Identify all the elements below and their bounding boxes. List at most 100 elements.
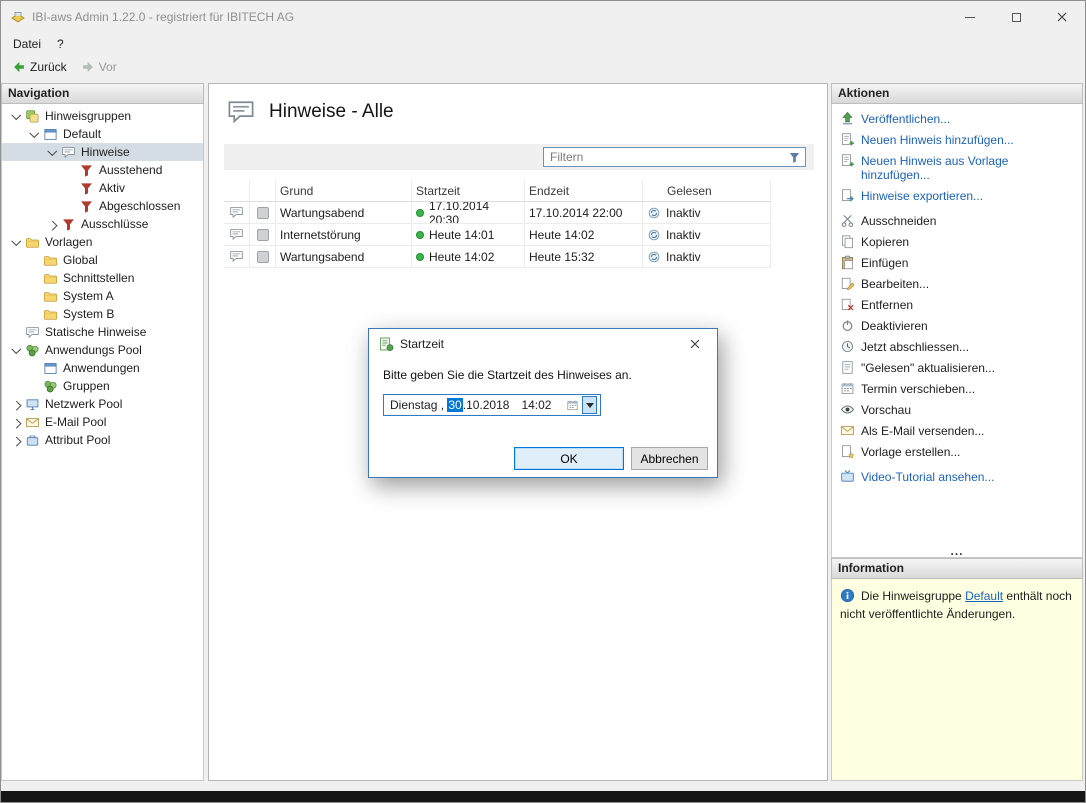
- menu-help[interactable]: ?: [49, 33, 72, 55]
- tree-item-system-b[interactable]: System B: [2, 305, 203, 323]
- action-vorschau[interactable]: Vorschau: [840, 402, 1076, 417]
- gelesen-status-icon: [647, 228, 661, 242]
- tree-item-ausschluesse[interactable]: Ausschlüsse: [2, 215, 203, 233]
- tree-item-gruppen[interactable]: Gruppen: [2, 377, 203, 395]
- tree-item-schnittstellen[interactable]: Schnittstellen: [2, 269, 203, 287]
- tree-item-label: Gruppen: [63, 379, 110, 393]
- status-green-dot-icon: [416, 231, 424, 239]
- hinweis-bubble-icon: [229, 249, 244, 264]
- tree-item-global[interactable]: Global: [2, 251, 203, 269]
- cancel-button[interactable]: Abbrechen: [631, 447, 708, 470]
- dialog-message: Bitte geben Sie die Startzeit des Hinwei…: [383, 368, 632, 382]
- hinweise-bubble-icon: [226, 97, 256, 127]
- tree-item-label: Statische Hinweise: [45, 325, 146, 339]
- tree-item-default[interactable]: Default: [2, 125, 203, 143]
- ok-button[interactable]: OK: [514, 447, 624, 470]
- paste-icon: [840, 255, 855, 270]
- table-row[interactable]: Wartungsabend Heute 14:02 Heute 15:32 In…: [224, 246, 771, 268]
- action-hinweise-exportieren[interactable]: Hinweise exportieren...: [840, 188, 1076, 203]
- table-row[interactable]: Wartungsabend 17.10.2014 20:30 17.10.201…: [224, 202, 771, 224]
- chevron-down-icon[interactable]: [9, 109, 24, 124]
- tree-item-vorlagen[interactable]: Vorlagen: [2, 233, 203, 251]
- filter-funnel-icon: [79, 181, 94, 196]
- datetime-dropdown-button[interactable]: [582, 396, 597, 414]
- app-window: IBI-aws Admin 1.22.0 - registriert für I…: [0, 0, 1086, 803]
- action-gelesen-aktualisieren[interactable]: "Gelesen" aktualisieren...: [840, 360, 1076, 375]
- startzeit-dialog: Startzeit Bitte geben Sie die Startzeit …: [368, 328, 718, 478]
- chevron-down-icon[interactable]: [27, 127, 42, 142]
- calendar-icon: [840, 381, 855, 396]
- create-template-icon: [840, 444, 855, 459]
- tree-item-statische-hinweise[interactable]: Statische Hinweise: [2, 323, 203, 341]
- action-jetzt-abschliessen[interactable]: Jetzt abschliessen...: [840, 339, 1076, 354]
- tree-item-anwendungs-pool[interactable]: Anwendungs Pool: [2, 341, 203, 359]
- action-video-tutorial[interactable]: Video-Tutorial ansehen...: [840, 469, 1076, 484]
- tree-item-attribut-pool[interactable]: Attribut Pool: [2, 431, 203, 449]
- menu-datei[interactable]: Datei: [5, 33, 49, 55]
- chevron-right-icon[interactable]: [9, 415, 24, 430]
- cell-startzeit: 17.10.2014 20:30: [412, 202, 525, 224]
- tree-item-label: System B: [63, 307, 114, 321]
- action-als-email-versenden[interactable]: Als E-Mail versenden...: [840, 423, 1076, 438]
- cell-endzeit: Heute 15:32: [525, 246, 643, 268]
- column-header-startzeit[interactable]: Startzeit: [412, 180, 525, 202]
- preview-eye-icon: [840, 402, 855, 417]
- datetime-selected-day[interactable]: 30: [447, 398, 462, 412]
- tree-item-anwendungen[interactable]: Anwendungen: [2, 359, 203, 377]
- remove-icon: [840, 297, 855, 312]
- action-deaktivieren[interactable]: Deaktivieren: [840, 318, 1076, 333]
- tree-item-system-a[interactable]: System A: [2, 287, 203, 305]
- maximize-button[interactable]: [993, 1, 1039, 33]
- action-entfernen[interactable]: Entfernen: [840, 297, 1076, 312]
- chevron-right-icon[interactable]: [9, 433, 24, 448]
- more-actions-indicator[interactable]: ...: [832, 546, 1082, 556]
- tree-item-email-pool[interactable]: E-Mail Pool: [2, 413, 203, 431]
- page-title: Hinweise - Alle: [269, 101, 394, 123]
- filter-funnel-icon: [79, 199, 94, 214]
- cell-gelesen: Inaktiv: [643, 224, 771, 246]
- chevron-down-icon[interactable]: [9, 343, 24, 358]
- action-einfuegen[interactable]: Einfügen: [840, 255, 1076, 270]
- actions-panel: Aktionen Veröffentlichen... Neuen Hinwei…: [831, 83, 1083, 558]
- tree-item-hinweisgruppen[interactable]: Hinweisgruppen: [2, 107, 203, 125]
- tree-item-abgeschlossen[interactable]: Abgeschlossen: [2, 197, 203, 215]
- column-header-gelesen[interactable]: Gelesen: [643, 180, 771, 202]
- action-vorlage-erstellen[interactable]: Vorlage erstellen...: [840, 444, 1076, 459]
- toolbar: Zurück Vor: [1, 55, 1085, 79]
- datetime-picker[interactable]: Dienstag , 30.10.201814:02: [383, 394, 601, 416]
- action-hinweis-aus-vorlage[interactable]: Neuen Hinweis aus Vorlage hinzufügen...: [840, 153, 1076, 182]
- action-termin-verschieben[interactable]: Termin verschieben...: [840, 381, 1076, 396]
- action-neuer-hinweis[interactable]: Neuen Hinweis hinzufügen...: [840, 132, 1076, 147]
- filter-funnel-icon[interactable]: [788, 151, 801, 164]
- chevron-right-icon[interactable]: [45, 217, 60, 232]
- table-row[interactable]: Internetstörung Heute 14:01 Heute 14:02 …: [224, 224, 771, 246]
- chevron-right-icon[interactable]: [9, 397, 24, 412]
- tree-item-hinweise[interactable]: Hinweise: [2, 143, 203, 161]
- cell-startzeit: Heute 14:01: [412, 224, 525, 246]
- column-header-grund[interactable]: Grund: [276, 180, 412, 202]
- priority-icon: [257, 251, 269, 263]
- dialog-close-button[interactable]: [672, 329, 717, 358]
- forward-button[interactable]: Vor: [74, 58, 124, 76]
- back-button[interactable]: Zurück: [5, 58, 74, 76]
- chevron-down-icon[interactable]: [45, 145, 60, 160]
- filter-input[interactable]: [544, 150, 788, 164]
- action-ausschneiden[interactable]: Ausschneiden: [840, 213, 1076, 228]
- action-bearbeiten[interactable]: Bearbeiten...: [840, 276, 1076, 291]
- close-button[interactable]: [1039, 1, 1085, 33]
- chevron-down-icon[interactable]: [9, 235, 24, 250]
- deactivate-icon: [840, 318, 855, 333]
- edit-icon: [840, 276, 855, 291]
- info-default-link[interactable]: Default: [965, 589, 1003, 603]
- action-kopieren[interactable]: Kopieren: [840, 234, 1076, 249]
- column-header-endzeit[interactable]: Endzeit: [525, 180, 643, 202]
- dialog-title-bar: Startzeit: [369, 329, 717, 358]
- tree-item-aktiv[interactable]: Aktiv: [2, 179, 203, 197]
- folder-icon: [25, 235, 40, 250]
- tree-item-label: Netzwerk Pool: [45, 397, 122, 411]
- video-tv-icon: [840, 469, 855, 484]
- tree-item-ausstehend[interactable]: Ausstehend: [2, 161, 203, 179]
- action-veroeffentlichen[interactable]: Veröffentlichen...: [840, 111, 1076, 126]
- minimize-button[interactable]: [947, 1, 993, 33]
- tree-item-netzwerk-pool[interactable]: Netzwerk Pool: [2, 395, 203, 413]
